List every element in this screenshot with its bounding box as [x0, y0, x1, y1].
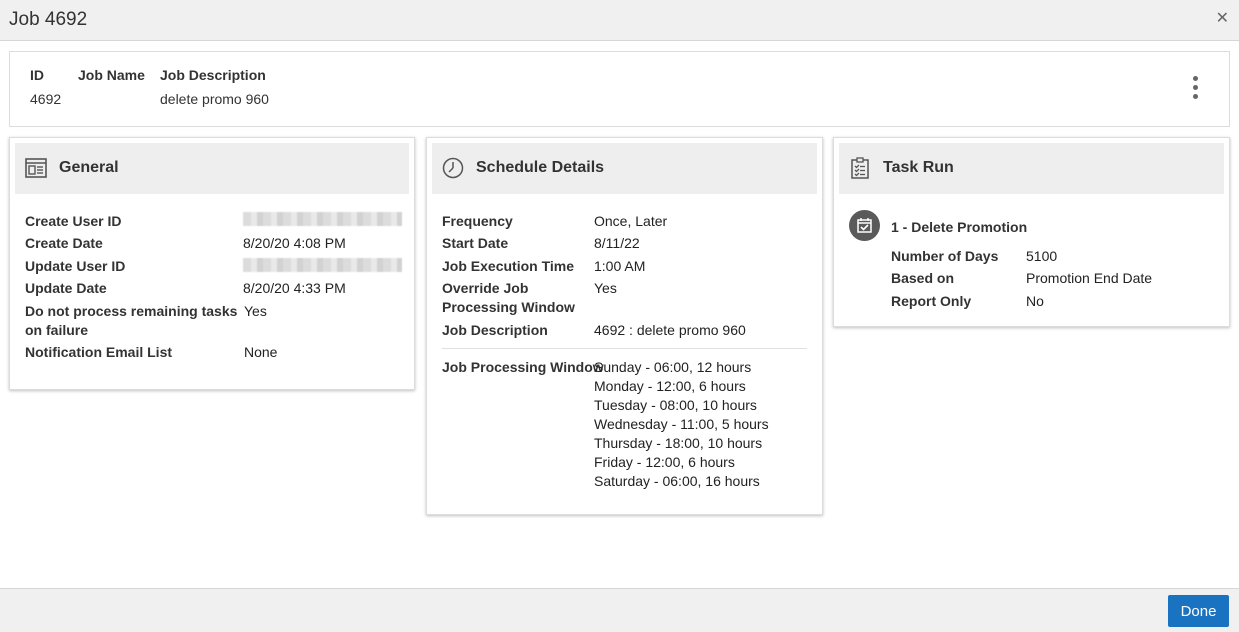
general-details-icon: [25, 158, 47, 178]
no-process-on-failure-label-line2: on failure: [25, 322, 89, 338]
id-label: ID: [30, 67, 44, 83]
notification-email-value: None: [244, 344, 278, 360]
update-user-id-value: [243, 258, 402, 275]
processing-window-thursday: Thursday - 18:00, 10 hours: [594, 435, 763, 451]
based-on-label: Based on: [891, 270, 955, 286]
processing-window-tuesday: Tuesday - 08:00, 10 hours: [594, 397, 757, 413]
based-on-value: Promotion End Date: [1026, 270, 1153, 286]
job-description-label: Job Description: [160, 67, 266, 83]
schedule-job-description-value: 4692 : delete promo 960: [594, 322, 746, 338]
more-vertical-icon[interactable]: [1193, 76, 1199, 100]
no-process-on-failure-value: Yes: [244, 303, 267, 319]
processing-window-sunday: Sunday - 06:00, 12 hours: [594, 359, 752, 375]
job-description-value: delete promo 960: [160, 91, 269, 107]
done-button[interactable]: Done: [1168, 595, 1229, 627]
create-date-value: 8/20/20 4:08 PM: [243, 235, 346, 251]
start-date-value: 8/11/22: [594, 235, 640, 251]
id-value: 4692: [30, 91, 62, 107]
close-icon[interactable]: ✕: [1216, 8, 1229, 28]
processing-window-label: Job Processing Window: [442, 359, 604, 375]
override-window-value: Yes: [594, 280, 617, 296]
schedule-card-header: Schedule Details: [432, 143, 817, 194]
general-title: General: [59, 159, 119, 176]
schedule-title: Schedule Details: [476, 159, 605, 176]
update-user-id-label: Update User ID: [25, 258, 126, 274]
report-only-label: Report Only: [891, 293, 972, 309]
processing-window-monday: Monday - 12:00, 6 hours: [594, 378, 746, 394]
execution-time-value: 1:00 AM: [594, 258, 646, 274]
frequency-label: Frequency: [442, 213, 513, 229]
create-user-id-label: Create User ID: [25, 213, 122, 229]
job-description-column: Job Description delete promo 960: [160, 67, 269, 107]
clock-icon: [442, 157, 464, 179]
override-window-label-line2: Processing Window: [442, 299, 575, 315]
override-window-label-line1: Override Job: [442, 280, 529, 296]
schedule-details-card: Schedule Details Frequency Once, Later S…: [426, 137, 823, 515]
job-name-column: Job Name: [78, 67, 145, 91]
dialog-titlebar: Job 4692 ✕: [0, 0, 1239, 41]
execution-time-label: Job Execution Time: [442, 258, 574, 274]
clipboard-checklist-icon: [851, 157, 869, 179]
task-title: 1 - Delete Promotion: [891, 219, 1028, 235]
task-run-card-header: Task Run: [839, 143, 1224, 194]
create-date-label: Create Date: [25, 235, 103, 251]
report-only-value: No: [1026, 293, 1044, 309]
task-run-title: Task Run: [883, 159, 954, 176]
id-column: ID 4692: [30, 67, 61, 107]
number-of-days-value: 5100: [1026, 248, 1058, 264]
update-date-value: 8/20/20 4:33 PM: [243, 280, 346, 296]
frequency-value: Once, Later: [594, 213, 668, 229]
job-summary-card: ID 4692 Job Name Job Description delete …: [9, 51, 1230, 127]
create-user-id-value: [243, 212, 402, 229]
number-of-days-label: Number of Days: [891, 248, 999, 264]
task-run-card: Task Run 1 - Delete Promotion Number of …: [833, 137, 1230, 327]
no-process-on-failure-label-line1: Do not process remaining tasks: [25, 303, 238, 319]
processing-window-saturday: Saturday - 06:00, 16 hours: [594, 473, 760, 489]
dialog-footer: Done: [0, 588, 1239, 632]
general-card-header: General: [15, 143, 409, 194]
update-date-label: Update Date: [25, 280, 107, 296]
processing-window-friday: Friday - 12:00, 6 hours: [594, 454, 735, 470]
job-name-label: Job Name: [78, 67, 145, 83]
processing-window-wednesday: Wednesday - 11:00, 5 hours: [594, 416, 769, 432]
schedule-job-description-label: Job Description: [442, 322, 548, 338]
schedule-divider: [442, 348, 807, 349]
calendar-check-icon: [849, 210, 880, 241]
general-card: General Create User ID Create Date 8/20/…: [9, 137, 415, 390]
dialog-title: Job 4692: [9, 9, 88, 30]
start-date-label: Start Date: [442, 235, 509, 251]
notification-email-label: Notification Email List: [25, 344, 173, 360]
